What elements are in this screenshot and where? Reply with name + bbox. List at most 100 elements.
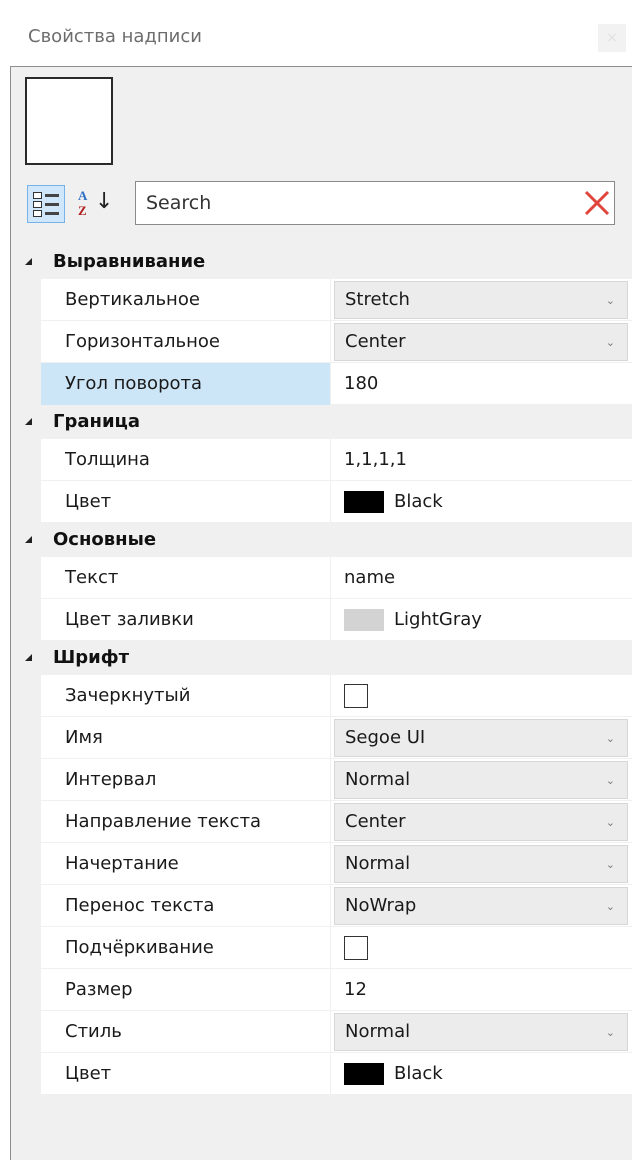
property-value[interactable]: Normal ⌄ xyxy=(332,759,632,801)
property-value[interactable]: Normal ⌄ xyxy=(332,843,632,885)
property-row[interactable]: Текст name xyxy=(11,557,632,599)
property-value[interactable]: Stretch ⌄ xyxy=(332,279,632,321)
property-row[interactable]: Подчёркивание xyxy=(11,927,632,969)
property-value[interactable]: 12 xyxy=(332,969,632,1011)
property-name[interactable]: Размер xyxy=(41,969,331,1011)
property-row[interactable]: Зачеркнутый xyxy=(11,675,632,717)
property-value[interactable]: name xyxy=(332,557,632,599)
row-gutter xyxy=(11,801,41,843)
color-swatch[interactable] xyxy=(344,1063,384,1085)
property-value[interactable]: NoWrap ⌄ xyxy=(332,885,632,927)
property-value[interactable]: Segoe UI ⌄ xyxy=(332,717,632,759)
property-row[interactable]: Угол поворота 180 xyxy=(11,363,632,405)
collapse-triangle-icon[interactable] xyxy=(25,258,32,265)
property-row[interactable]: Цвет Black xyxy=(11,481,632,523)
category-label: Основные xyxy=(53,529,157,550)
clear-search-icon[interactable] xyxy=(582,187,612,219)
property-value[interactable]: 1,1,1,1 xyxy=(332,439,632,481)
property-row[interactable]: Имя Segoe UI ⌄ xyxy=(11,717,632,759)
value-dropdown[interactable]: Center ⌄ xyxy=(334,323,628,361)
checkbox[interactable] xyxy=(344,936,368,960)
row-gutter xyxy=(11,599,41,641)
property-name[interactable]: Начертание xyxy=(41,843,331,885)
property-name[interactable]: Цвет заливки xyxy=(41,599,331,641)
category-row[interactable]: Основные xyxy=(11,523,632,557)
property-row[interactable]: Размер 12 xyxy=(11,969,632,1011)
row-gutter xyxy=(11,717,41,759)
property-name[interactable]: Перенос текста xyxy=(41,885,331,927)
color-name: LightGray xyxy=(394,609,482,630)
value-text[interactable]: 1,1,1,1 xyxy=(344,439,407,481)
chevron-down-icon: ⌄ xyxy=(605,294,615,307)
property-name[interactable]: Вертикальное xyxy=(41,279,331,321)
dropdown-value: Center xyxy=(345,811,406,832)
property-name[interactable]: Имя xyxy=(41,717,331,759)
property-value[interactable] xyxy=(332,675,632,717)
dropdown-value: Stretch xyxy=(345,289,410,310)
row-gutter xyxy=(11,279,41,321)
property-name[interactable]: Текст xyxy=(41,557,331,599)
property-row[interactable]: Перенос текста NoWrap ⌄ xyxy=(11,885,632,927)
property-name[interactable]: Цвет xyxy=(41,481,331,523)
property-name[interactable]: Интервал xyxy=(41,759,331,801)
property-row[interactable]: Стиль Normal ⌄ xyxy=(11,1011,632,1053)
category-row[interactable]: Выравнивание xyxy=(11,245,632,279)
row-gutter xyxy=(11,675,41,717)
property-name[interactable]: Стиль xyxy=(41,1011,331,1053)
categorized-view-button[interactable] xyxy=(27,185,65,223)
property-value[interactable]: Normal ⌄ xyxy=(332,1011,632,1053)
close-icon: × xyxy=(606,30,618,46)
property-row[interactable]: Вертикальное Stretch ⌄ xyxy=(11,279,632,321)
property-value[interactable]: Black xyxy=(332,1053,632,1095)
property-name[interactable]: Горизонтальное xyxy=(41,321,331,363)
property-row[interactable]: Цвет заливки LightGray xyxy=(11,599,632,641)
property-name[interactable]: Подчёркивание xyxy=(41,927,331,969)
value-dropdown[interactable]: Normal ⌄ xyxy=(334,761,628,799)
checkbox[interactable] xyxy=(344,684,368,708)
color-swatch[interactable] xyxy=(344,609,384,631)
collapse-triangle-icon[interactable] xyxy=(25,418,32,425)
property-name[interactable]: Толщина xyxy=(41,439,331,481)
property-row[interactable]: Начертание Normal ⌄ xyxy=(11,843,632,885)
property-name[interactable]: Цвет xyxy=(41,1053,331,1095)
chevron-down-icon: ⌄ xyxy=(605,858,615,871)
value-text[interactable]: 12 xyxy=(344,969,367,1011)
property-row[interactable]: Направление текста Center ⌄ xyxy=(11,801,632,843)
category-row[interactable]: Шрифт xyxy=(11,641,632,675)
dropdown-value: Segoe UI xyxy=(345,727,426,748)
collapse-triangle-icon[interactable] xyxy=(25,654,32,661)
color-swatch[interactable] xyxy=(344,491,384,513)
dropdown-value: Normal xyxy=(345,1021,411,1042)
close-button[interactable]: × xyxy=(598,24,626,52)
value-dropdown[interactable]: Normal ⌄ xyxy=(334,1013,628,1051)
property-panel: A Z ↓ Выравнивание Вертикальное Stretch ⌄ Го… xyxy=(10,66,632,1160)
category-row[interactable]: Граница xyxy=(11,405,632,439)
property-row[interactable]: Горизонтальное Center ⌄ xyxy=(11,321,632,363)
value-dropdown[interactable]: Stretch ⌄ xyxy=(334,281,628,319)
property-row[interactable]: Интервал Normal ⌄ xyxy=(11,759,632,801)
category-label: Выравнивание xyxy=(53,251,206,272)
value-dropdown[interactable]: Normal ⌄ xyxy=(334,845,628,883)
value-dropdown[interactable]: Segoe UI ⌄ xyxy=(334,719,628,757)
property-name[interactable]: Зачеркнутый xyxy=(41,675,331,717)
property-value[interactable]: LightGray xyxy=(332,599,632,641)
row-gutter xyxy=(11,363,41,405)
property-value[interactable]: 180 xyxy=(332,363,632,405)
search-input[interactable] xyxy=(146,188,566,218)
alphabetical-sort-button[interactable]: A Z ↓ xyxy=(75,185,115,223)
collapse-triangle-icon[interactable] xyxy=(25,536,32,543)
property-value[interactable] xyxy=(332,927,632,969)
dropdown-value: Normal xyxy=(345,853,411,874)
value-dropdown[interactable]: NoWrap ⌄ xyxy=(334,887,628,925)
property-value[interactable]: Black xyxy=(332,481,632,523)
value-dropdown[interactable]: Center ⌄ xyxy=(334,803,628,841)
property-row[interactable]: Толщина 1,1,1,1 xyxy=(11,439,632,481)
property-value[interactable]: Center ⌄ xyxy=(332,321,632,363)
value-text[interactable]: name xyxy=(344,557,395,599)
chevron-down-icon: ⌄ xyxy=(605,816,615,829)
property-name[interactable]: Направление текста xyxy=(41,801,331,843)
value-text[interactable]: 180 xyxy=(344,363,378,405)
property-name[interactable]: Угол поворота xyxy=(41,363,331,405)
property-value[interactable]: Center ⌄ xyxy=(332,801,632,843)
property-row[interactable]: Цвет Black xyxy=(11,1053,632,1095)
